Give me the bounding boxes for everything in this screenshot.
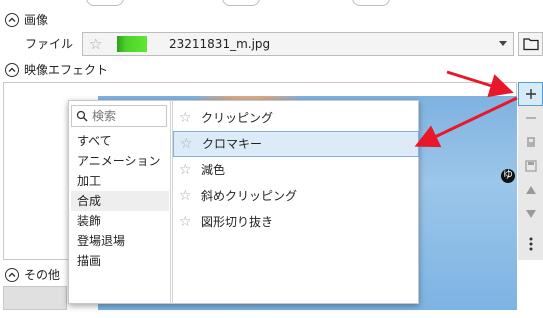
star-icon[interactable]: ☆ bbox=[179, 105, 192, 131]
move-down-button[interactable] bbox=[518, 202, 543, 226]
search-icon bbox=[76, 110, 88, 122]
triangle-up-icon bbox=[525, 186, 536, 194]
chevron-down-icon[interactable] bbox=[499, 41, 507, 46]
chevron-up-icon bbox=[8, 67, 16, 72]
chevron-up-icon bbox=[8, 272, 16, 277]
add-effect-button[interactable] bbox=[518, 82, 543, 106]
effects-section-title: 映像エフェクト bbox=[24, 63, 109, 77]
effect-list: ☆ クリッピング ☆ クロマキー ☆ 減色 ☆ 斜めクリッピング ☆ 図形切り抜… bbox=[173, 105, 515, 235]
minus-icon bbox=[525, 117, 536, 119]
remove-effect-button[interactable] bbox=[518, 106, 543, 130]
other-section-field[interactable] bbox=[3, 286, 67, 310]
category-item-selected[interactable]: 合成 bbox=[71, 191, 169, 211]
file-select[interactable]: ☆ 23211831_m.jpg bbox=[82, 32, 514, 56]
category-list: すべて アニメーション 加工 合成 装飾 登場退場 描画 bbox=[71, 131, 169, 271]
file-name: 23211831_m.jpg bbox=[169, 37, 271, 51]
save-icon bbox=[524, 160, 537, 172]
star-icon[interactable]: ☆ bbox=[180, 132, 193, 156]
save-effect-button[interactable] bbox=[518, 154, 543, 178]
image-section-title: 画像 bbox=[24, 13, 49, 27]
move-up-button[interactable] bbox=[518, 178, 543, 202]
toggle-partial[interactable] bbox=[222, 0, 260, 6]
effect-label: クリッピング bbox=[201, 111, 274, 125]
category-item[interactable]: 登場退場 bbox=[71, 231, 169, 251]
collapse-image-section-button[interactable] bbox=[5, 13, 19, 27]
effect-item[interactable]: ☆ 図形切り抜き bbox=[173, 209, 419, 235]
top-partial-controls bbox=[0, 0, 543, 6]
file-label: ファイル bbox=[25, 37, 74, 51]
copy-effect-button[interactable] bbox=[518, 130, 543, 154]
effect-item[interactable]: ☆ クリッピング bbox=[173, 105, 419, 131]
effect-item-selected[interactable]: ☆ クロマキー bbox=[173, 131, 419, 157]
folder-icon bbox=[523, 38, 539, 51]
category-item[interactable]: 加工 bbox=[71, 171, 169, 191]
more-vertical-icon bbox=[529, 237, 532, 251]
chevron-up-icon bbox=[8, 17, 16, 22]
effect-item[interactable]: ☆ 斜めクリッピング bbox=[173, 183, 419, 209]
copy-icon bbox=[526, 137, 535, 147]
collapse-effects-section-button[interactable] bbox=[5, 63, 19, 77]
effects-toolbar bbox=[518, 82, 543, 260]
star-icon[interactable]: ☆ bbox=[89, 36, 102, 52]
effect-label: 図形切り抜き bbox=[201, 215, 274, 229]
more-options-button[interactable] bbox=[518, 232, 543, 256]
category-item[interactable]: アニメーション bbox=[71, 151, 169, 171]
category-item[interactable]: 装飾 bbox=[71, 211, 169, 231]
file-thumbnail bbox=[117, 36, 147, 52]
triangle-down-icon bbox=[525, 210, 536, 218]
effect-picker-popup: すべて アニメーション 加工 合成 装飾 登場退場 描画 ☆ クリッピング ☆ … bbox=[68, 100, 515, 304]
plus-icon bbox=[525, 89, 536, 99]
search-box[interactable] bbox=[71, 105, 167, 127]
divider bbox=[170, 101, 171, 303]
effect-item[interactable]: ☆ 減色 bbox=[173, 157, 419, 183]
effect-label: 減色 bbox=[201, 163, 226, 177]
effect-label: クロマキー bbox=[202, 137, 263, 151]
other-section-title: その他 bbox=[24, 268, 61, 282]
search-input[interactable] bbox=[92, 108, 162, 124]
toggle-partial[interactable] bbox=[86, 0, 124, 6]
star-icon[interactable]: ☆ bbox=[179, 209, 192, 235]
category-item[interactable]: 描画 bbox=[71, 251, 169, 271]
toggle-partial[interactable] bbox=[352, 0, 390, 6]
open-folder-button[interactable] bbox=[518, 32, 543, 56]
shortcut-badge: ゆ bbox=[501, 169, 515, 183]
collapse-other-section-button[interactable] bbox=[5, 268, 19, 282]
star-icon[interactable]: ☆ bbox=[179, 183, 192, 209]
star-icon[interactable]: ☆ bbox=[179, 157, 192, 183]
category-item[interactable]: すべて bbox=[71, 131, 169, 151]
effect-label: 斜めクリッピング bbox=[201, 189, 298, 203]
